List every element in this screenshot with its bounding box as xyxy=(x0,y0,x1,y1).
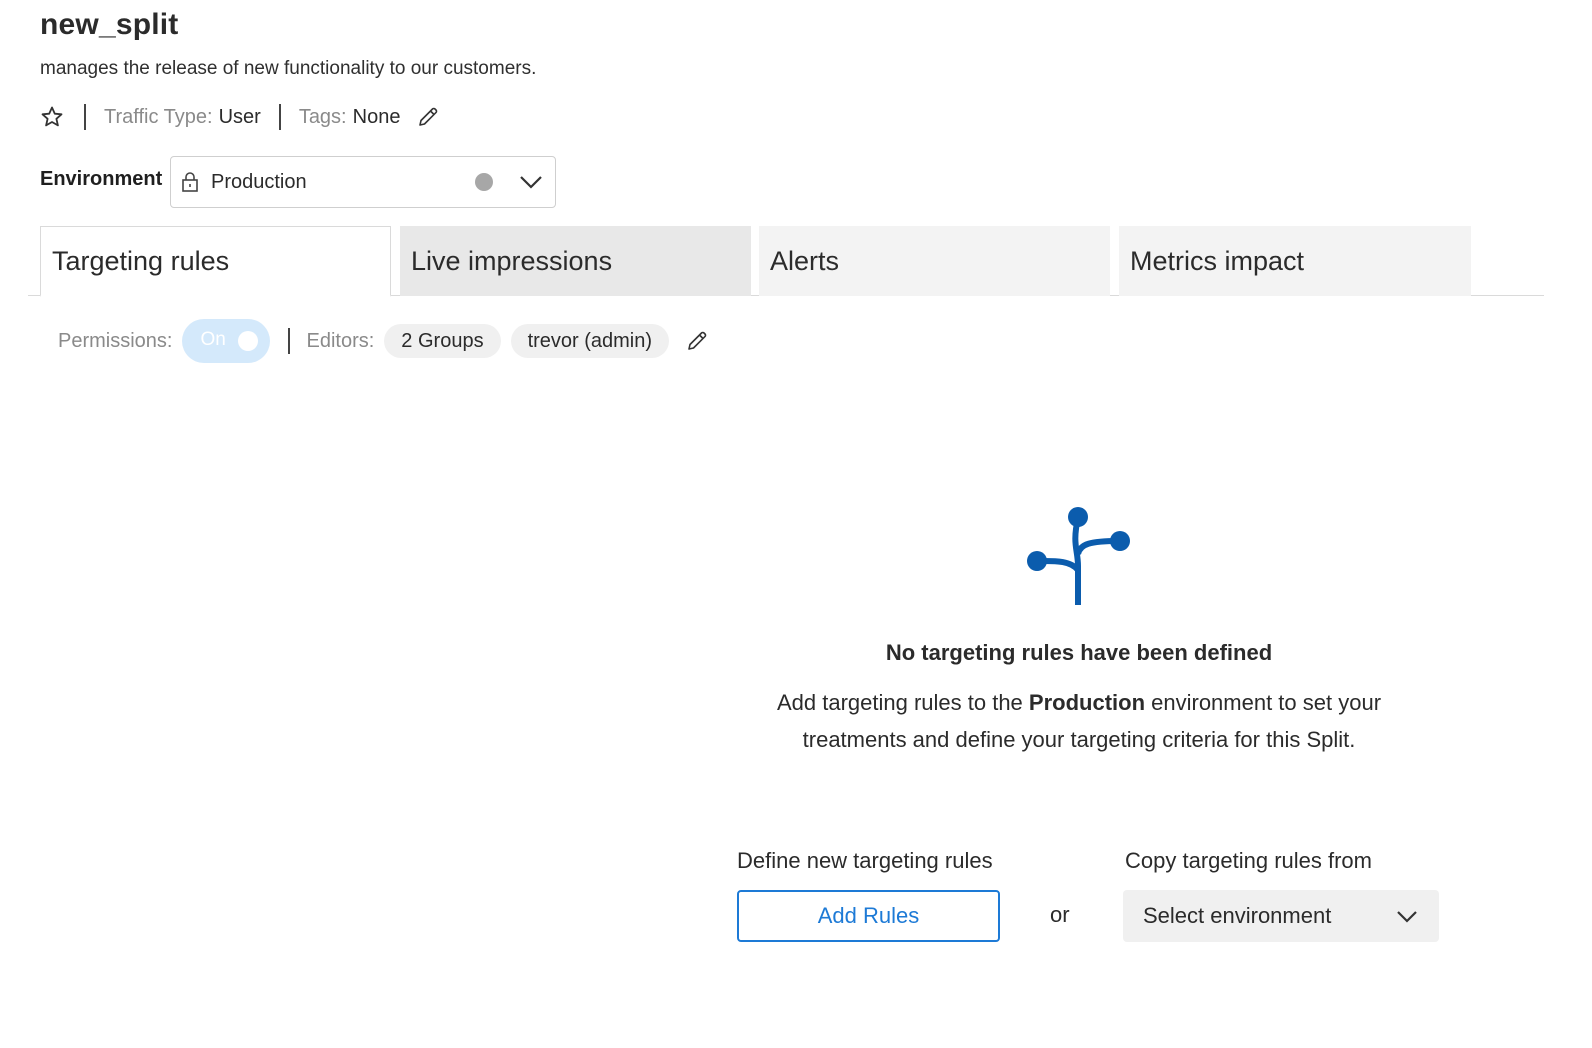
toggle-state-label: On xyxy=(200,329,226,350)
empty-state-description: Add targeting rules to the Production en… xyxy=(740,684,1418,758)
permissions-toggle[interactable]: On xyxy=(182,319,271,363)
divider xyxy=(84,104,86,130)
environment-label: Environment xyxy=(40,168,163,190)
traffic-type-label: Traffic Type: xyxy=(104,105,213,128)
environment-value: Production xyxy=(211,170,307,193)
tab-live-impressions[interactable]: Live impressions xyxy=(400,226,751,296)
tab-bar: Targeting rules Live impressions Alerts … xyxy=(28,226,1544,297)
or-separator: or xyxy=(1050,902,1070,927)
tab-alerts[interactable]: Alerts xyxy=(759,226,1110,296)
tab-targeting-rules[interactable]: Targeting rules xyxy=(40,226,391,297)
tags-label: Tags: xyxy=(298,105,347,128)
toggle-knob xyxy=(238,331,259,351)
editor-chip-user[interactable]: trevor (admin) xyxy=(510,324,670,358)
chevron-down-icon xyxy=(517,168,545,196)
star-icon[interactable] xyxy=(38,103,66,131)
edit-tags-icon[interactable] xyxy=(414,103,442,131)
define-rules-label: Define new targeting rules xyxy=(737,848,993,873)
tab-metrics-impact[interactable]: Metrics impact xyxy=(1119,226,1471,296)
divider xyxy=(278,104,281,130)
copy-environment-select[interactable]: Select environment xyxy=(1123,890,1439,942)
empty-state-desc-prefix: Add targeting rules to the xyxy=(776,690,1029,715)
permissions-label: Permissions: xyxy=(58,329,173,352)
split-title: new_split xyxy=(40,8,179,41)
environment-select[interactable]: Production xyxy=(170,156,556,208)
lock-icon xyxy=(181,170,203,194)
split-branch-icon xyxy=(1024,504,1134,608)
permissions-row: Permissions: On Editors: 2 Groups trevor… xyxy=(58,318,711,364)
empty-state-title: No targeting rules have been defined xyxy=(885,640,1273,665)
split-meta-row: Traffic Type: User Tags: None xyxy=(38,100,442,134)
divider xyxy=(288,328,291,354)
copy-rules-label: Copy targeting rules from xyxy=(1125,848,1372,873)
split-description: manages the release of new functionality… xyxy=(40,58,537,79)
tags-value: None xyxy=(352,105,401,128)
empty-state-env-name: Production xyxy=(1028,690,1146,715)
chevron-down-icon xyxy=(1393,902,1421,930)
edit-editors-icon[interactable] xyxy=(683,327,711,355)
traffic-type-value: User xyxy=(218,105,261,128)
environment-status-dot xyxy=(475,173,493,191)
editors-label: Editors: xyxy=(306,329,375,352)
copy-environment-placeholder: Select environment xyxy=(1143,903,1332,928)
add-rules-button[interactable]: Add Rules xyxy=(737,890,1000,942)
editor-chip-groups[interactable]: 2 Groups xyxy=(384,324,501,358)
